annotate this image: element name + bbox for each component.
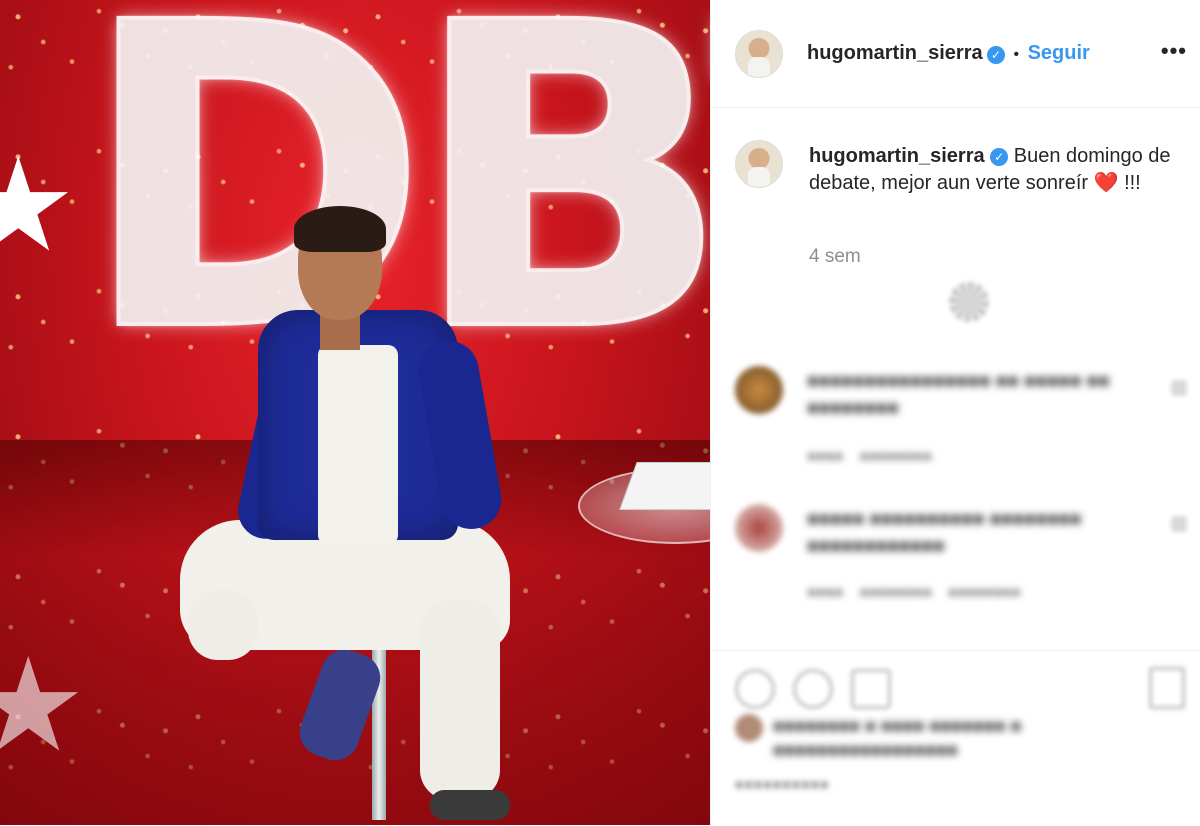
more-options-icon[interactable]: •••	[1161, 38, 1187, 64]
star-decoration: ★	[0, 132, 77, 278]
verified-icon: ✓	[990, 147, 1009, 166]
comment-like-icon[interactable]	[1171, 516, 1187, 532]
avatar[interactable]	[735, 30, 783, 78]
post-date[interactable]: ■■■■■■■■■■	[735, 776, 830, 792]
heart-icon[interactable]	[735, 669, 775, 709]
post-time[interactable]: 4 sem	[809, 246, 861, 268]
caption-suffix: !!!	[1118, 172, 1141, 194]
post-photo[interactable]: DBT ★ ★	[0, 0, 710, 825]
comment-text: ■■■■■■■■■■■■■■■■ ■■ ■■■■■ ■■ ■■■■■■■■	[807, 371, 1110, 419]
share-icon[interactable]	[851, 669, 891, 709]
caption-avatar[interactable]	[735, 140, 783, 188]
post-header: hugomartin_sierra ✓ • Seguir •••	[711, 0, 1200, 108]
likes-text[interactable]: ■■■■■■■■ ■ ■■■■ ■■■■■■■ ■ ■■■■■■■■■■■■■■…	[773, 714, 1103, 762]
person-figure	[170, 200, 550, 820]
header-user-line: hugomartin_sierra ✓ • Seguir	[807, 42, 1090, 65]
comment-icon[interactable]	[793, 669, 833, 709]
caption: hugomartin_sierra ✓ Buen domingo de deba…	[809, 143, 1179, 197]
header-username[interactable]: hugomartin_sierra	[807, 42, 983, 64]
bookmark-icon[interactable]	[1149, 667, 1185, 709]
papers-on-table	[619, 462, 710, 510]
comment-meta[interactable]: ■■■■ ■■■■■■■■	[807, 448, 932, 465]
heart-emoji: ❤️	[1093, 172, 1119, 194]
post-side-panel: hugomartin_sierra ✓ • Seguir ••• hugomar…	[710, 0, 1200, 825]
comment-meta[interactable]: ■■■■ ■■■■■■■■ ■■■■■■■■	[807, 584, 1021, 601]
star-reflection: ★	[0, 632, 87, 778]
comment-avatar[interactable]	[735, 504, 783, 552]
comment-avatar[interactable]	[735, 366, 783, 414]
caption-username[interactable]: hugomartin_sierra	[809, 145, 985, 167]
comment-like-icon[interactable]	[1171, 380, 1187, 396]
verified-icon: ✓	[987, 45, 1006, 64]
likes-avatar[interactable]	[735, 714, 763, 742]
separator-dot: •	[1013, 46, 1020, 63]
follow-button[interactable]: Seguir	[1028, 42, 1090, 64]
comment-text: ■■■■■ ■■■■■■■■■■ ■■■■■■■■ ■■■■■■■■■■■■	[807, 509, 1082, 557]
loading-spinner-icon	[949, 282, 989, 322]
